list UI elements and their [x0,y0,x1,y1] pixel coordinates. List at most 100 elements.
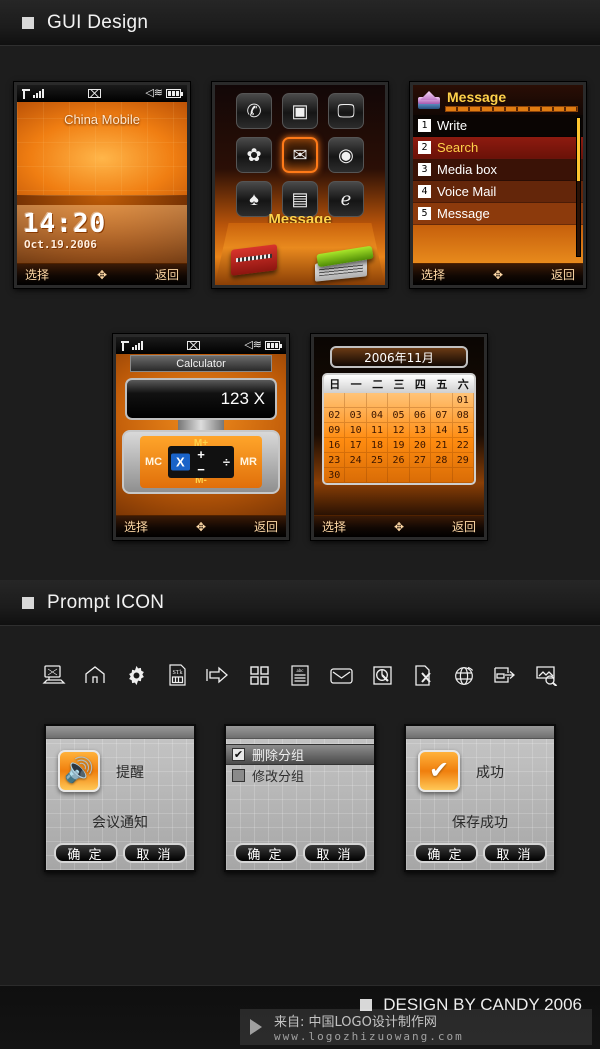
softkey-right[interactable]: 返回 [254,518,278,535]
calendar-weekday: 五 [436,379,448,391]
nav-cross-icon[interactable]: ✥ [394,521,404,533]
key-memory-clear[interactable]: MC [145,456,162,468]
square-bullet-icon [22,16,34,29]
menu-icon-media-player[interactable]: ◉ [328,137,364,173]
globe-icon[interactable] [444,658,485,692]
phone-screen-standby[interactable]: ◁≋ China Mobile 14:20 Oct.19.2006 选择 ✥ 返… [14,82,190,288]
cancel-button[interactable]: 取 消 [482,843,547,863]
calendar-day-cell[interactable]: 28 [431,453,453,468]
calendar-day-cell[interactable]: 21 [431,438,453,453]
calendar-day-cell[interactable]: 08 [452,408,474,423]
home-icon[interactable] [75,658,116,692]
abc-list-icon[interactable]: abc [280,658,321,692]
cancel-button[interactable]: 取 消 [302,843,367,863]
calendar-day-cell[interactable]: 10 [345,423,367,438]
checkbox-unchecked-icon[interactable] [232,769,245,782]
calculator-title: Calculator [130,355,272,372]
calendar-day-cell[interactable]: 20 [409,438,432,453]
calendar-year-month[interactable]: 2006年11月 [330,346,468,368]
softkey-right[interactable]: 返回 [551,266,575,283]
calendar-blank-cell [409,468,432,483]
key-plus[interactable]: + [197,447,205,462]
calendar-day-cell[interactable]: 01 [452,393,474,408]
standby-wallpaper: China Mobile 14:20 Oct.19.2006 [17,102,187,263]
calendar-day-cell[interactable]: 24 [345,453,367,468]
calendar-day-grid[interactable]: 01 02 03 04 05 06 07 08 09 10 11 12 13 14 15 16 17 18 19 20… [324,393,474,483]
calendar-day-cell[interactable]: 07 [431,408,453,423]
calendar-day-cell[interactable]: 06 [409,408,432,423]
delete-page-icon[interactable] [403,658,444,692]
export-icon[interactable] [485,658,526,692]
confirm-button[interactable]: 确 定 [413,843,478,863]
calendar-blank-cell [388,468,410,483]
list-item[interactable]: 1 Write [413,115,583,137]
phone-screen-main-menu[interactable]: ✆ ▣ 🖵 ✿ ✉ ◉ ♠ ▤ ℯ Message [212,82,388,288]
softkey-right[interactable]: 返回 [155,266,179,283]
menu-icon-multimedia[interactable]: ▣ [282,93,318,129]
stk-card-icon[interactable]: STk [157,658,198,692]
menu-icon-display[interactable]: 🖵 [328,93,364,129]
calendar-day-cell[interactable]: 17 [345,438,367,453]
calendar-day-cell[interactable]: 29 [452,453,474,468]
calendar-day-cell[interactable]: 03 [345,408,367,423]
calendar-day-cell[interactable]: 27 [409,453,432,468]
list-item-selected[interactable]: 2 Search [413,137,583,159]
calendar-day-cell[interactable]: 05 [388,408,410,423]
calendar-day-cell[interactable]: 22 [452,438,474,453]
list-item[interactable]: 3 Media box [413,159,583,181]
calendar-day-cell[interactable]: 23 [324,453,346,468]
image-search-icon[interactable] [526,658,567,692]
phone-screen-calendar[interactable]: 2006年11月 日一二三四五六 01 02 03 04 05 06 07 08 09 10 11 1… [311,334,487,540]
calendar-day-cell[interactable]: 18 [366,438,389,453]
calendar-day-cell[interactable]: 12 [388,423,410,438]
calendar-day-cell[interactable]: 26 [388,453,410,468]
checkbox-row[interactable]: 修改分组 [226,765,374,786]
checkbox-row-selected[interactable]: ✔ 删除分组 [226,744,374,765]
key-divide[interactable]: ÷ [223,455,230,470]
phone-screen-message-menu[interactable]: Message 1 Write 2 Search 3 Media box 4 V… [410,82,586,288]
confirm-button[interactable]: 确 定 [53,843,118,863]
confirm-button[interactable]: 确 定 [233,843,298,863]
calendar-day-cell[interactable]: 04 [366,408,389,423]
cursor-select-icon[interactable] [362,658,403,692]
arrow-right-icon[interactable] [198,658,239,692]
calendar-day-cell[interactable]: 19 [388,438,410,453]
calendar-day-cell[interactable]: 13 [409,423,432,438]
calendar-day-cell[interactable]: 16 [324,438,346,453]
dialog-content: 🔊 提醒 会议通知 [46,740,194,838]
reminder-dialog[interactable]: 🔊 提醒 会议通知 确 定 取 消 [44,724,196,872]
nav-cross-icon[interactable]: ✥ [493,269,503,281]
calendar-day-cell[interactable]: 14 [431,423,453,438]
softkey-left[interactable]: 选择 [322,518,346,535]
envelope-icon[interactable] [321,658,362,692]
list-item[interactable]: 5 Message [413,203,583,225]
softkey-left[interactable]: 选择 [421,266,445,283]
key-multiply[interactable]: X [171,453,190,471]
key-minus[interactable]: − [197,462,205,477]
gear-icon[interactable] [116,658,157,692]
grid-view-icon[interactable] [239,658,280,692]
group-options-dialog[interactable]: ✔ 删除分组 修改分组 确 定 取 消 [224,724,376,872]
scrollbar[interactable] [576,117,581,257]
nav-cross-icon[interactable]: ✥ [97,269,107,281]
menu-icon-settings[interactable]: ✿ [236,137,272,173]
calendar-day-cell[interactable]: 25 [366,453,389,468]
computer-icon[interactable] [34,658,75,692]
menu-icon-contacts[interactable]: ✆ [236,93,272,129]
key-memory-recall[interactable]: MR [240,456,257,468]
calendar-day-cell[interactable]: 09 [324,423,346,438]
softkey-right[interactable]: 返回 [452,518,476,535]
calendar-day-cell[interactable]: 02 [324,408,346,423]
calendar-day-cell[interactable]: 30 [324,468,346,483]
success-dialog[interactable]: ✔ 成功 保存成功 确 定 取 消 [404,724,556,872]
list-item[interactable]: 4 Voice Mail [413,181,583,203]
cancel-button[interactable]: 取 消 [122,843,187,863]
calendar-day-cell[interactable]: 11 [366,423,389,438]
softkey-left[interactable]: 选择 [124,518,148,535]
menu-icon-message[interactable]: ✉ [282,137,318,173]
softkey-left[interactable]: 选择 [25,266,49,283]
nav-cross-icon[interactable]: ✥ [196,521,206,533]
phone-screen-calculator[interactable]: ◁≋ Calculator 123 X M+ M- MC MR + − X ÷ … [113,334,289,540]
calendar-day-cell[interactable]: 15 [452,423,474,438]
checkbox-checked-icon[interactable]: ✔ [232,748,245,761]
